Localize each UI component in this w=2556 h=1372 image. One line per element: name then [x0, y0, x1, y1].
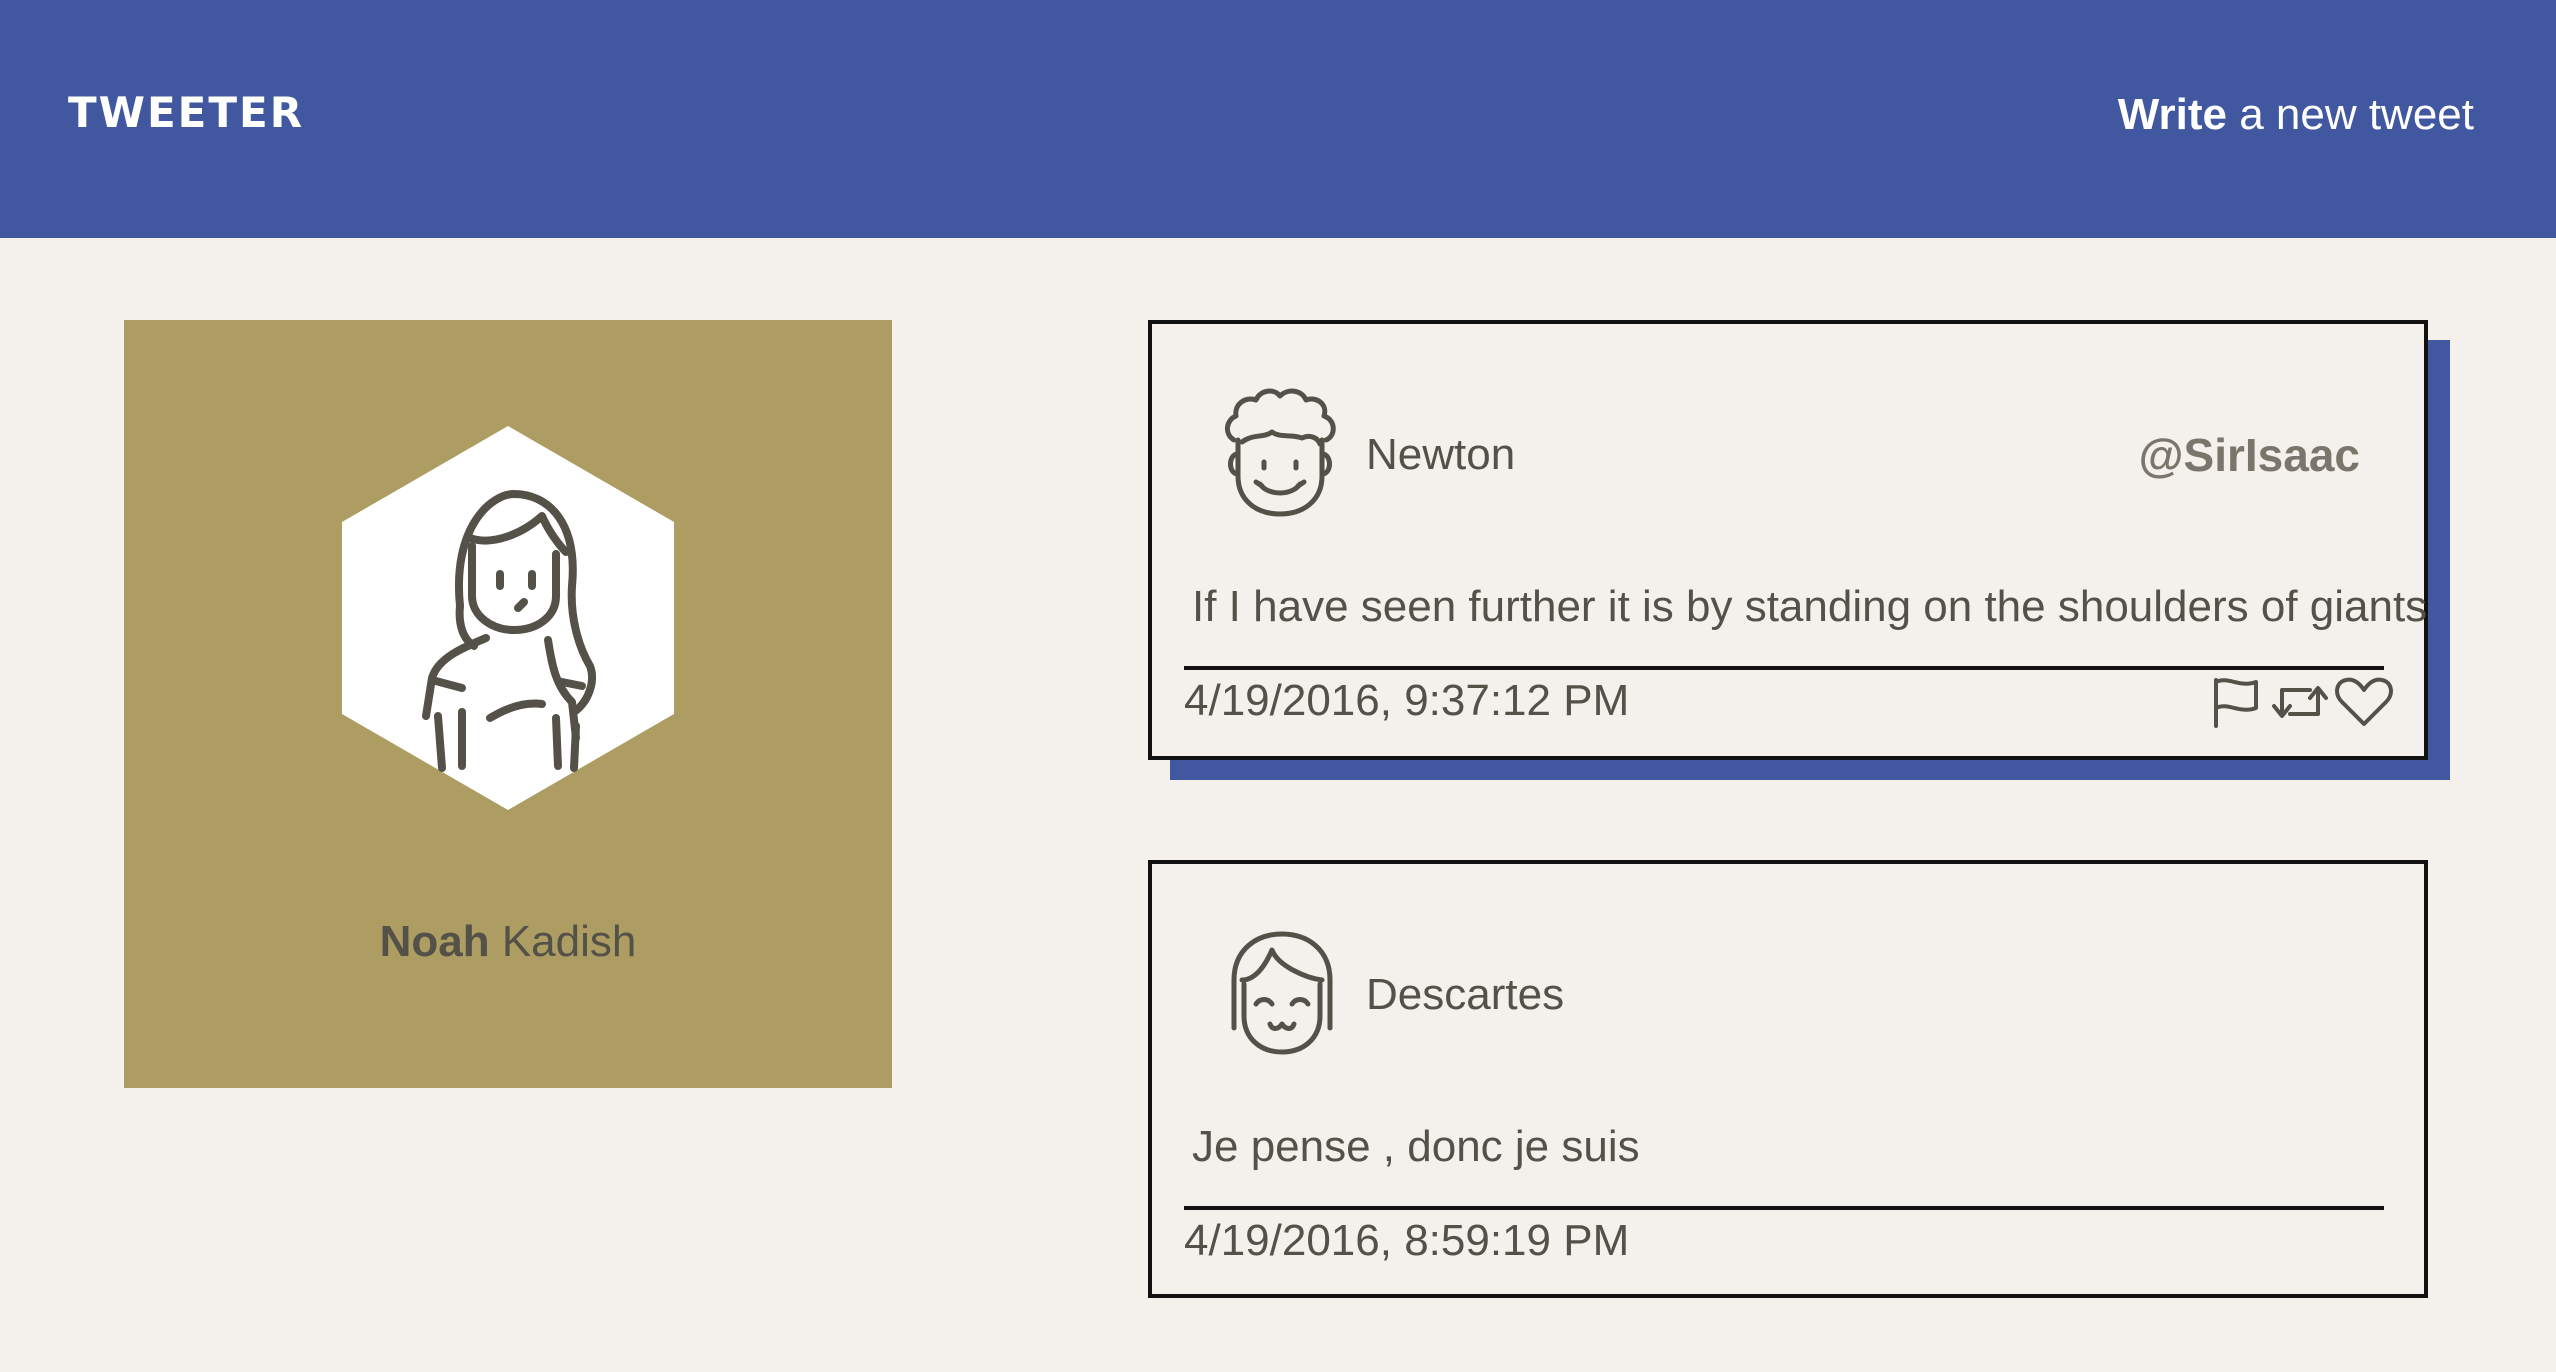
brand-logo[interactable]: TWEETER [68, 88, 304, 137]
navbar: TWEETER Write a new tweet [0, 0, 2556, 238]
write-new-tweet-link[interactable]: Write a new tweet [2118, 90, 2474, 140]
tweet-actions [2206, 674, 2394, 730]
bob-hair-smiling-avatar-icon [1231, 931, 1333, 1055]
tweet-author-avatar [1216, 384, 1346, 524]
profile-first-name: Noah [379, 917, 490, 966]
compose-label: a new tweet [2226, 90, 2474, 139]
flag-icon[interactable] [2206, 674, 2266, 730]
tweet-timestamp: 4/19/2016, 9:37:12 PM [1184, 676, 1630, 725]
curly-hair-man-avatar-icon [1225, 388, 1336, 517]
tweet-divider [1184, 1206, 2384, 1210]
tweet-text: If I have seen further it is by standing… [1192, 582, 2428, 631]
tweet-author-name[interactable]: Descartes [1366, 970, 1564, 1020]
profile-name: Noah Kadish [124, 917, 892, 967]
retweet-icon[interactable] [2270, 674, 2330, 730]
tweet-timestamp: 4/19/2016, 8:59:19 PM [1184, 1216, 1630, 1265]
profile-last-name: Kadish [489, 917, 637, 966]
heart-icon[interactable] [2334, 674, 2394, 730]
tweet-card: Descartes Je pense , donc je suis 4/19/2… [1148, 860, 2428, 1298]
profile-avatar [342, 426, 674, 810]
tweet-author-avatar [1216, 924, 1346, 1064]
tweet-text: Je pense , donc je suis [1192, 1122, 1640, 1171]
tweet-author-name[interactable]: Newton [1366, 430, 1515, 480]
woman-avatar-icon [342, 426, 674, 810]
tweet-author-handle[interactable]: @SirIsaac [2139, 428, 2360, 482]
profile-card: Noah Kadish [124, 320, 892, 1088]
tweet-divider [1184, 666, 2384, 670]
tweet-card: Newton @SirIsaac If I have seen further … [1148, 320, 2428, 760]
compose-bold-label: Write [2117, 90, 2227, 139]
